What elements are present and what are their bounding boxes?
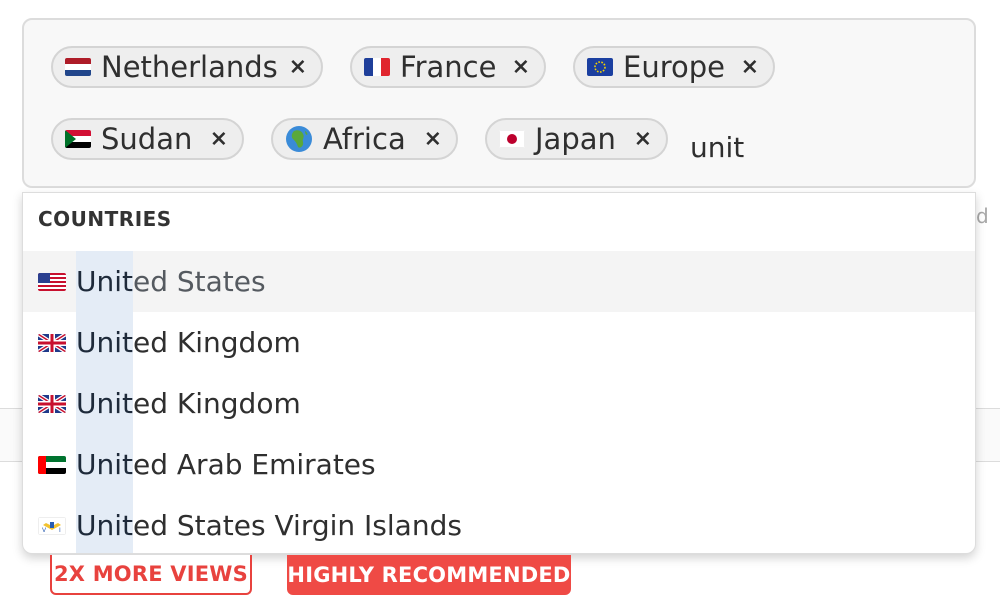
- suggestions-dropdown: COUNTRIES Unit ed States Unit ed Kingdom U…: [22, 192, 976, 554]
- search-input[interactable]: [688, 130, 812, 165]
- globe-africa-icon: [285, 125, 313, 153]
- option-united-states[interactable]: Unit ed States: [23, 251, 975, 312]
- tag-chip-europe: Europe ×: [573, 46, 775, 88]
- sudan-flag-icon: [65, 130, 91, 148]
- option-united-kingdom[interactable]: Unit ed Kingdom: [23, 373, 975, 434]
- france-flag-icon: [364, 58, 390, 76]
- uk-flag-icon: [38, 333, 66, 352]
- background-text-fragment: d: [976, 204, 989, 228]
- netherlands-flag-icon: [65, 58, 91, 76]
- tag-chip-sudan: Sudan ×: [51, 118, 244, 160]
- remove-tag-button[interactable]: ×: [289, 55, 307, 80]
- match-highlight: Unit: [76, 373, 133, 434]
- tag-label: Japan: [535, 122, 616, 156]
- match-highlight: Unit: [76, 434, 133, 495]
- option-united-arab-emirates[interactable]: Unit ed Arab Emirates: [23, 434, 975, 495]
- highly-recommended-badge[interactable]: HIGHLY RECOMMENDED: [287, 555, 571, 595]
- option-rest-text: ed Kingdom: [133, 387, 301, 420]
- option-text: Unit ed Kingdom: [76, 312, 301, 373]
- us-flag-icon: [38, 272, 66, 291]
- remove-tag-button[interactable]: ×: [741, 55, 759, 80]
- page: d Netherlands × France × Europe × Sudan …: [0, 0, 1000, 610]
- option-united-kingdom[interactable]: Unit ed Kingdom: [23, 312, 975, 373]
- tag-label: Netherlands: [101, 50, 278, 84]
- usvi-flag-icon: VI: [38, 516, 66, 535]
- option-rest-text: ed Arab Emirates: [133, 448, 376, 481]
- tag-chip-france: France ×: [350, 46, 546, 88]
- tag-label: Sudan: [101, 122, 193, 156]
- svg-text:I: I: [59, 527, 61, 534]
- tag-label: Africa: [323, 122, 406, 156]
- remove-tag-button[interactable]: ×: [210, 127, 228, 152]
- tag-chip-japan: Japan ×: [485, 118, 668, 160]
- more-views-badge[interactable]: 2X MORE VIEWS: [50, 555, 252, 595]
- remove-tag-button[interactable]: ×: [424, 127, 442, 152]
- japan-flag-icon: [499, 130, 525, 148]
- option-text: Unit ed States Virgin Islands: [76, 495, 462, 553]
- option-rest-text: ed States Virgin Islands: [133, 509, 462, 542]
- option-rest-text: ed States: [133, 265, 266, 298]
- option-text: Unit ed Arab Emirates: [76, 434, 376, 495]
- country-tag-input[interactable]: Netherlands × France × Europe × Sudan ×: [22, 18, 976, 188]
- option-us-virgin-islands[interactable]: VI Unit ed States Virgin Islands: [23, 495, 975, 553]
- section-heading-countries: COUNTRIES: [38, 207, 172, 231]
- option-rest-text: ed Kingdom: [133, 326, 301, 359]
- tag-label: France: [400, 50, 497, 84]
- eu-flag-icon: [587, 58, 613, 76]
- tag-chip-netherlands: Netherlands ×: [51, 46, 323, 88]
- option-text: Unit ed Kingdom: [76, 373, 301, 434]
- remove-tag-button[interactable]: ×: [634, 127, 652, 152]
- uk-flag-icon: [38, 394, 66, 413]
- uae-flag-icon: [38, 455, 66, 474]
- match-highlight: Unit: [76, 251, 133, 312]
- option-text: Unit ed States: [76, 251, 266, 312]
- match-highlight: Unit: [76, 495, 133, 553]
- tag-chip-africa: Africa ×: [271, 118, 458, 160]
- match-highlight: Unit: [76, 312, 133, 373]
- tag-label: Europe: [623, 50, 725, 84]
- remove-tag-button[interactable]: ×: [512, 55, 530, 80]
